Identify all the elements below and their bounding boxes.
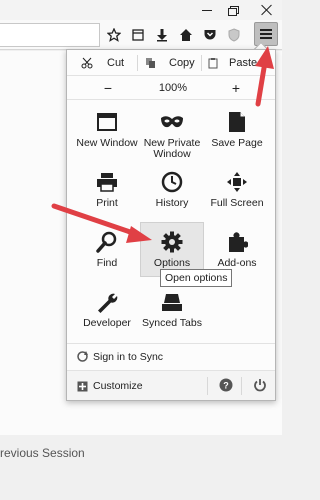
restore-session-link[interactable]: revious Session [0,446,85,460]
help-button[interactable]: ? [219,378,233,395]
scissors-icon [81,57,93,69]
open-menu-button[interactable] [254,22,278,46]
paste-label: Paste [229,57,258,69]
quit-button[interactable] [253,378,267,395]
bookmarks-library-icon[interactable] [128,25,148,45]
panel-footer: Customize ? [67,370,275,400]
edit-controls: Cut Copy Paste [67,50,275,76]
full-screen-button[interactable]: Full Screen [203,168,271,224]
cut-button[interactable]: Cut [81,50,124,76]
copy-icon [146,58,155,68]
page-footer-area [0,435,282,500]
new-window-button[interactable]: New Window [73,108,141,164]
window-icon [95,110,119,134]
customize-label: Customize [93,380,143,392]
synced-tabs-button[interactable]: Synced Tabs [138,288,206,344]
full-screen-label: Full Screen [210,197,264,209]
new-window-label: New Window [76,137,138,149]
new-private-window-label: New Private Window [143,137,201,160]
new-private-window-button[interactable]: New Private Window [138,108,206,164]
page-icon [225,110,249,134]
divider [241,377,242,395]
clipboard-icon [208,58,218,69]
zoom-controls: − 100% + [67,76,275,100]
home-icon[interactable] [176,25,196,45]
find-button[interactable]: Find [73,228,141,284]
divider [201,55,202,71]
clock-icon [160,170,184,194]
synced-tabs-icon [160,290,184,314]
wrench-icon [95,290,119,314]
url-bar[interactable] [0,23,100,47]
copy-label: Copy [169,57,195,69]
save-page-label: Save Page [211,137,263,149]
bookmark-star-icon[interactable] [104,25,124,45]
restore-icon [228,5,239,16]
copy-button[interactable]: Copy [145,50,195,76]
window-title-bar [0,0,282,20]
zoom-in-button[interactable]: + [223,76,249,100]
zoom-out-button[interactable]: − [95,76,121,100]
shield-icon[interactable] [224,25,244,45]
sign-in-to-sync-button[interactable]: Sign in to Sync [67,343,275,369]
paste-button[interactable]: Paste [207,50,257,76]
options-label: Options [153,257,191,269]
navigation-toolbar [0,20,282,50]
sign-in-to-sync-label: Sign in to Sync [93,350,164,363]
plus-box-icon [77,381,88,391]
print-button[interactable]: Print [73,168,141,224]
history-label: History [155,197,189,209]
svg-text:?: ? [223,381,229,391]
zoom-reset-button[interactable]: 100% [153,76,193,100]
mask-icon [160,110,184,134]
magnifier-icon [95,230,119,254]
fullscreen-arrows-icon [225,170,249,194]
divider [137,55,138,71]
help-icon: ? [219,378,233,392]
close-icon [261,4,273,16]
save-page-button[interactable]: Save Page [203,108,271,164]
close-button[interactable] [252,0,282,20]
puzzle-icon [225,230,249,254]
sync-icon [77,351,88,362]
find-label: Find [96,257,118,269]
hamburger-icon [260,29,272,31]
synced-tabs-label: Synced Tabs [142,317,202,329]
power-icon [254,379,266,392]
restore-button[interactable] [218,0,248,20]
pocket-icon[interactable] [200,25,220,45]
customize-button[interactable]: Customize [67,371,143,401]
options-tooltip: Open options [160,269,233,287]
history-button[interactable]: History [138,168,206,224]
divider [207,377,208,395]
developer-label: Developer [83,317,131,329]
minimize-icon [202,9,212,11]
developer-button[interactable]: Developer [73,288,141,344]
printer-icon [95,170,119,194]
main-menu-panel: Cut Copy Paste − 100% + New Window New P… [66,49,276,401]
gear-icon [160,230,184,254]
download-icon[interactable] [152,25,172,45]
cut-label: Cut [107,57,125,69]
addons-label: Add-ons [217,257,257,269]
print-label: Print [96,197,118,209]
